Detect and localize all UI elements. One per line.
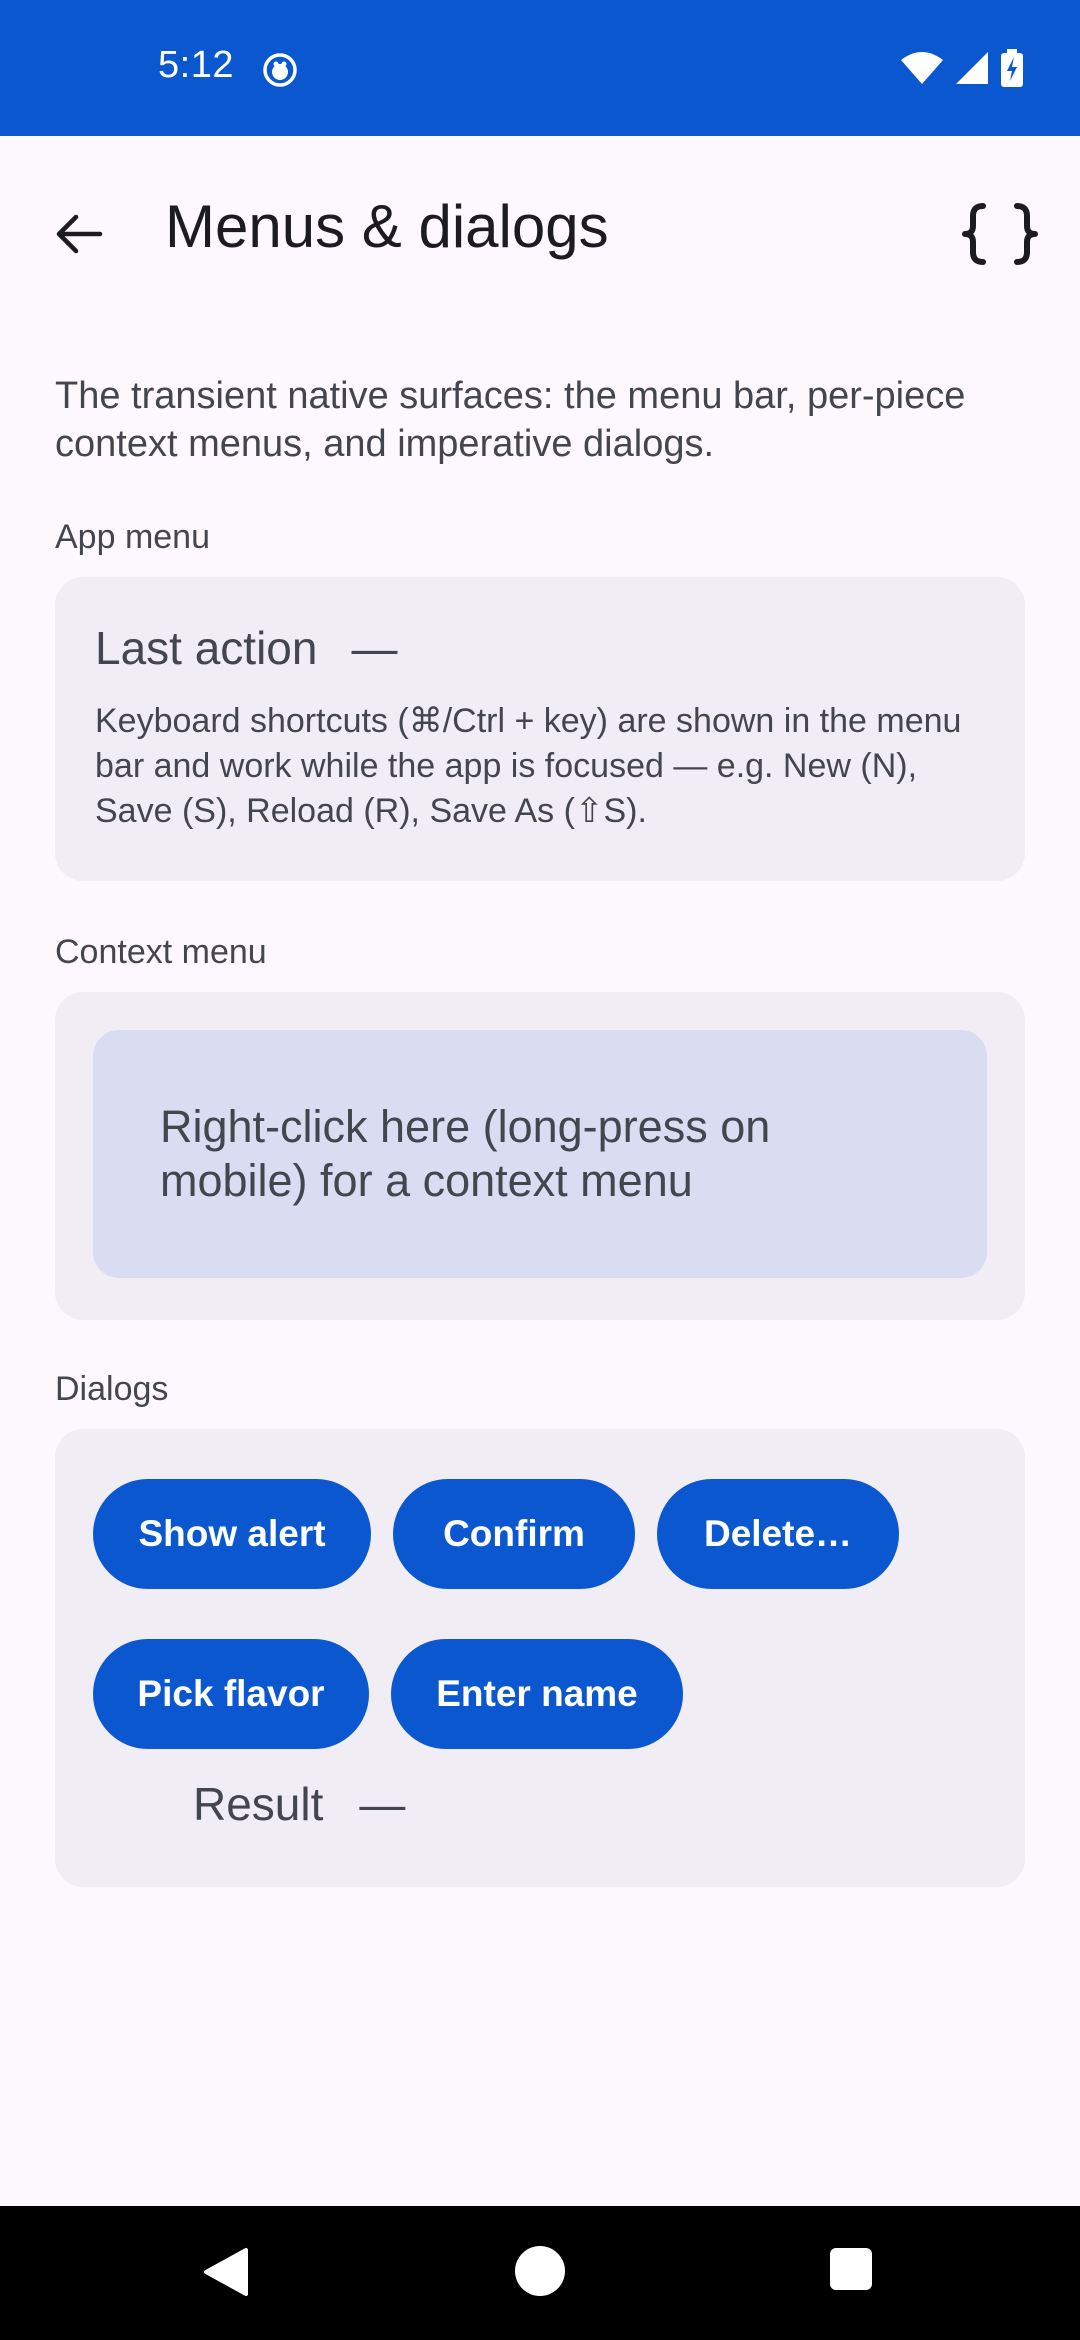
status-time: 5:12	[158, 44, 234, 86]
last-action-row: Last action —	[95, 621, 985, 675]
wifi-icon	[900, 50, 944, 91]
dialog-buttons-row-2: Pick flavor Enter name	[93, 1639, 987, 1749]
context-menu-target[interactable]: Right-click here (long-press on mobile) …	[93, 1030, 987, 1278]
context-menu-target-text: Right-click here (long-press on mobile) …	[160, 1101, 771, 1206]
result-value: —	[359, 1778, 406, 1830]
battery-charging-icon	[1000, 48, 1024, 92]
enter-name-button[interactable]: Enter name	[391, 1639, 683, 1749]
app-menu-card: Last action — Keyboard shortcuts (⌘/Ctrl…	[55, 577, 1025, 881]
result-label: Result	[193, 1778, 324, 1830]
confirm-button[interactable]: Confirm	[393, 1479, 635, 1589]
back-button[interactable]	[30, 188, 126, 284]
page-title: Menus & dialogs	[165, 193, 609, 260]
dialog-buttons-row-1: Show alert Confirm Delete…	[93, 1479, 987, 1589]
dialogs-section-label: Dialogs	[55, 1370, 169, 1408]
show-alert-button[interactable]: Show alert	[93, 1479, 371, 1589]
pick-flavor-button[interactable]: Pick flavor	[93, 1639, 369, 1749]
nav-recents-icon[interactable]	[830, 2248, 872, 2290]
last-action-label: Last action	[95, 622, 318, 674]
status-bar: 5:12	[0, 0, 1080, 136]
context-menu-card: Right-click here (long-press on mobile) …	[55, 992, 1025, 1320]
dialogs-card: Show alert Confirm Delete… Pick flavor E…	[55, 1429, 1025, 1887]
nav-home-icon[interactable]	[515, 2246, 565, 2296]
last-action-value: —	[351, 622, 398, 674]
arrow-back-icon	[52, 208, 104, 265]
app-menu-section-label: App menu	[55, 518, 210, 556]
main-content: The transient native surfaces: the menu …	[55, 372, 1025, 1887]
context-menu-section-label: Context menu	[55, 933, 267, 971]
curly-braces-icon	[961, 202, 1039, 271]
json-view-button[interactable]	[950, 186, 1050, 286]
debug-bug-icon	[262, 52, 298, 88]
cellular-signal-icon	[954, 50, 990, 91]
system-nav-bar	[0, 2206, 1080, 2340]
intro-text: The transient native surfaces: the menu …	[55, 375, 966, 465]
delete-button[interactable]: Delete…	[657, 1479, 899, 1589]
nav-back-icon[interactable]	[198, 2244, 254, 2300]
result-row: Result —	[193, 1777, 405, 1831]
shortcut-help-text: Keyboard shortcuts (⌘/Ctrl + key) are sh…	[95, 702, 962, 830]
app-bar: Menus & dialogs	[0, 136, 1080, 316]
